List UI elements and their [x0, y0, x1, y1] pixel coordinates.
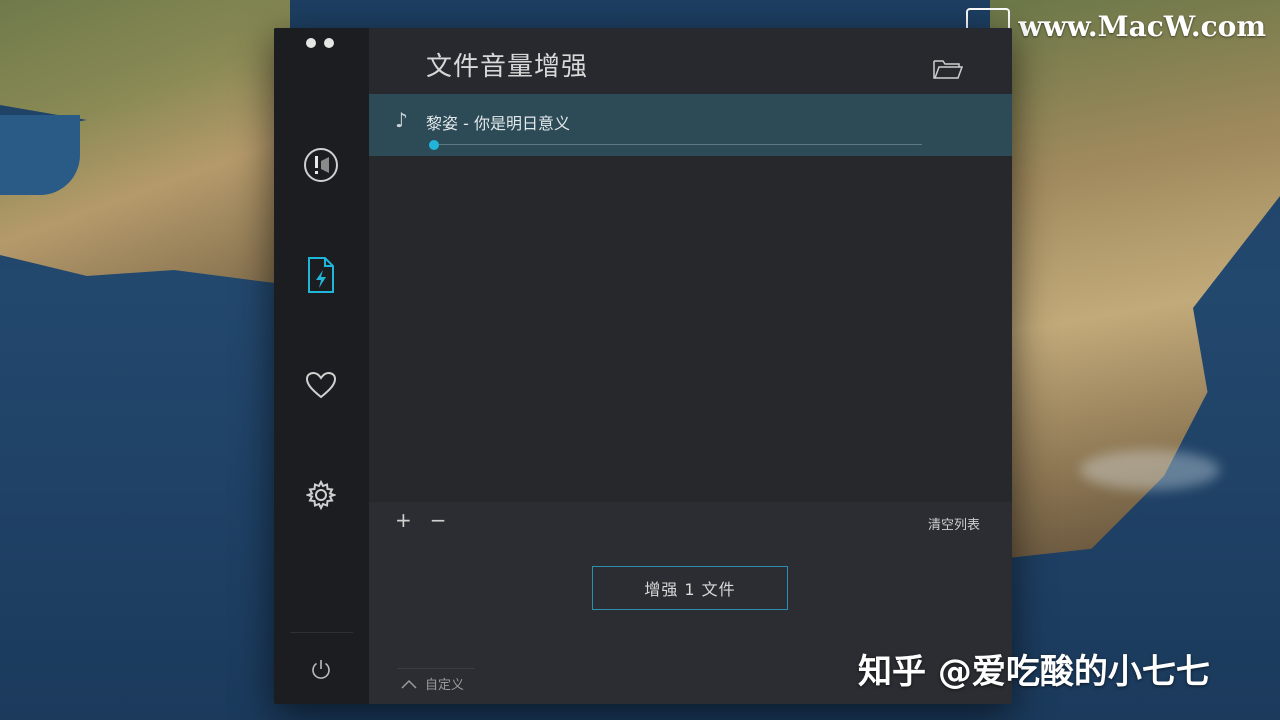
custom-toggle[interactable]: 自定义	[401, 674, 464, 693]
alert-speaker-icon	[304, 148, 338, 182]
custom-divider	[397, 668, 475, 669]
sidebar	[274, 28, 369, 704]
main-panel: 文件音量增强 ♪ 黎姿 - 你是明日意义 + − 清空列表 增强 1 文件 自定…	[369, 28, 1012, 704]
track-row[interactable]: ♪ 黎姿 - 你是明日意义	[369, 94, 1012, 156]
open-folder-button[interactable]	[932, 58, 964, 80]
nav-favorites[interactable]	[302, 366, 340, 404]
watermark-bottom: 知乎 @爱吃酸的小七七	[858, 652, 1210, 692]
track-progress-bar	[429, 144, 922, 145]
desktop-wallpaper-sea	[0, 115, 80, 195]
power-button[interactable]	[302, 650, 340, 688]
desktop-wallpaper-foam	[1080, 450, 1220, 490]
clear-list-button[interactable]: 清空列表	[928, 514, 980, 533]
track-name: 黎姿 - 你是明日意义	[426, 114, 570, 133]
app-window: 文件音量增强 ♪ 黎姿 - 你是明日意义 + − 清空列表 增强 1 文件 自定…	[274, 28, 1012, 704]
music-note-icon: ♪	[395, 108, 408, 132]
sidebar-divider	[290, 632, 353, 633]
file-list-area	[369, 156, 1012, 502]
power-icon	[312, 660, 330, 679]
remove-file-button[interactable]: −	[430, 510, 447, 530]
folder-icon	[933, 60, 964, 79]
custom-label: 自定义	[425, 678, 465, 693]
nav-file-volume[interactable]	[302, 256, 340, 294]
window-close-button[interactable]	[306, 38, 316, 48]
nav-alert-speaker[interactable]	[302, 146, 340, 184]
chevron-up-icon	[401, 679, 417, 689]
track-progress-handle[interactable]	[429, 140, 439, 150]
window-minimize-button[interactable]	[324, 38, 334, 48]
enhance-files-button[interactable]: 增强 1 文件	[592, 566, 788, 610]
watermark-top-text: www.MacW.com	[1018, 9, 1266, 43]
page-title: 文件音量增强	[426, 52, 589, 82]
file-lightning-icon	[308, 257, 334, 293]
list-controls: + −	[395, 510, 447, 530]
nav-settings[interactable]	[302, 476, 340, 514]
add-file-button[interactable]: +	[395, 510, 412, 530]
window-controls	[306, 38, 334, 48]
gear-icon	[306, 480, 336, 510]
heart-icon	[305, 371, 337, 399]
